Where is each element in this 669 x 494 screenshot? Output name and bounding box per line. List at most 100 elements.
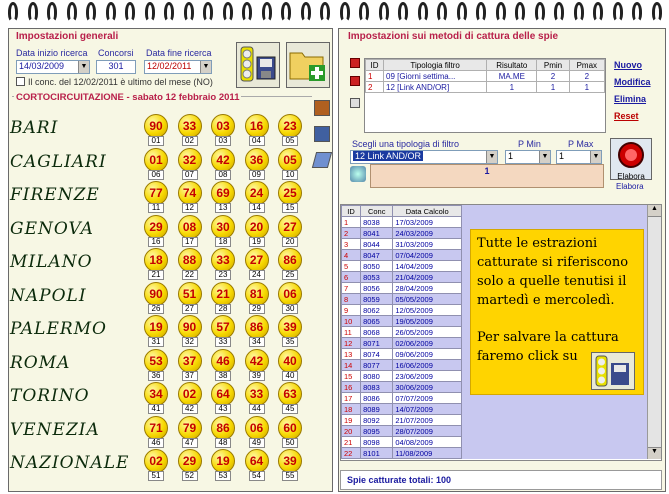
number-ball[interactable]: 90 [144, 281, 168, 306]
filter-column-header[interactable]: Risultato [486, 59, 538, 71]
number-ball[interactable]: 77 [144, 181, 168, 205]
number-ball[interactable]: 27 [278, 214, 302, 239]
number-ball[interactable]: 24 [244, 181, 269, 205]
filter-row[interactable]: 2 12 [Link AND/OR] 1 1 1 [364, 81, 606, 93]
grid-row[interactable]: 6 8053 21/04/2009 [341, 271, 462, 283]
number-ball[interactable]: 01 [144, 147, 168, 172]
grid-row[interactable]: 22 8101 11/08/2009 [341, 447, 462, 459]
vertical-scrollbar[interactable]: ▲ ▼ [647, 205, 661, 459]
number-ball[interactable]: 74 [177, 181, 202, 205]
filter-row[interactable]: 1 09 [Giorni settima... MA.ME 2 2 [364, 70, 606, 82]
move-down-icon[interactable] [350, 76, 360, 86]
grid-row[interactable]: 4 8047 07/04/2009 [341, 249, 462, 261]
reset-link[interactable]: Reset [614, 111, 639, 121]
number-ball[interactable]: 29 [177, 449, 202, 473]
scroll-down-icon[interactable]: ▼ [648, 447, 661, 459]
number-ball[interactable]: 06 [278, 281, 302, 306]
number-ball[interactable]: 18 [144, 248, 168, 272]
number-ball[interactable]: 57 [211, 315, 235, 339]
filter-column-header[interactable]: Tipologia filtro [383, 59, 488, 71]
number-ball[interactable]: 64 [211, 382, 235, 406]
end-date-field[interactable]: 12/02/2011 ▼ [144, 60, 212, 74]
number-ball[interactable]: 23 [278, 114, 302, 138]
delete-filter-link[interactable]: Elimina [614, 94, 646, 104]
number-ball[interactable]: 30 [211, 214, 235, 239]
number-ball[interactable]: 20 [244, 214, 269, 239]
grid-row[interactable]: 5 8050 14/04/2009 [341, 260, 462, 272]
grid-row[interactable]: 23810418/08/2009 [341, 458, 462, 459]
grid-row[interactable]: 12 8071 02/06/2009 [341, 337, 462, 349]
number-ball[interactable]: 53 [144, 348, 168, 373]
grid-row[interactable]: 13 8074 09/06/2009 [341, 348, 462, 360]
chevron-down-icon[interactable]: ▼ [200, 61, 211, 73]
number-ball[interactable]: 79 [177, 415, 202, 440]
chevron-down-icon[interactable]: ▼ [590, 151, 601, 163]
grid-row[interactable]: 15 8080 23/06/2009 [341, 370, 462, 382]
grid-row[interactable]: 1 8038 17/03/2009 [341, 216, 462, 228]
number-ball[interactable]: 08 [177, 214, 202, 239]
number-ball[interactable]: 81 [244, 281, 269, 306]
chevron-down-icon[interactable]: ▼ [78, 61, 89, 73]
grid-column-header[interactable]: ID [341, 205, 362, 217]
number-ball[interactable]: 16 [244, 114, 269, 138]
filter-column-header[interactable]: ID [364, 59, 385, 71]
number-ball[interactable]: 27 [244, 248, 269, 272]
number-ball[interactable]: 88 [177, 248, 202, 272]
pmin-select[interactable]: 1 ▼ [505, 150, 551, 164]
start-date-field[interactable]: 14/03/2009 ▼ [16, 60, 90, 74]
number-ball[interactable]: 42 [244, 348, 269, 373]
number-ball[interactable]: 63 [278, 382, 302, 406]
pmax-select[interactable]: 1 ▼ [556, 150, 602, 164]
grid-row[interactable]: 8 8059 05/05/2009 [341, 293, 462, 305]
number-ball[interactable]: 90 [144, 114, 168, 138]
add-folder-button[interactable] [286, 42, 330, 88]
edit-filter-link[interactable]: Modifica [614, 77, 651, 87]
grid-row[interactable]: 20 8095 28/07/2009 [341, 425, 462, 437]
number-ball[interactable]: 46 [211, 348, 235, 373]
number-ball[interactable]: 64 [244, 449, 269, 473]
new-filter-link[interactable]: Nuovo [614, 60, 642, 70]
number-ball[interactable]: 33 [177, 114, 202, 138]
filter-type-select[interactable]: 12 Link AND/OR ▼ [350, 150, 498, 164]
save-capture-button[interactable] [236, 42, 280, 88]
number-ball[interactable]: 37 [177, 348, 202, 373]
number-ball[interactable]: 40 [278, 348, 302, 373]
contests-field[interactable]: 301 [96, 60, 136, 74]
number-ball[interactable]: 86 [244, 315, 269, 339]
number-ball[interactable]: 19 [211, 449, 235, 473]
number-ball[interactable]: 06 [244, 415, 269, 440]
last-of-month-checkbox[interactable] [16, 77, 25, 86]
chevron-down-icon[interactable]: ▼ [539, 151, 550, 163]
grid-row[interactable]: 7 8056 28/04/2009 [341, 282, 462, 294]
layers-icon[interactable] [314, 126, 330, 142]
grid-row[interactable]: 19 8092 21/07/2009 [341, 414, 462, 426]
number-ball[interactable]: 69 [211, 181, 235, 205]
chevron-down-icon[interactable]: ▼ [486, 151, 497, 163]
number-ball[interactable]: 29 [144, 214, 168, 239]
elabora-button[interactable]: Elabora [610, 138, 652, 181]
number-ball[interactable]: 90 [177, 315, 202, 339]
number-ball[interactable]: 86 [211, 415, 235, 440]
filter-value-field[interactable]: 1 [370, 164, 604, 188]
number-ball[interactable]: 34 [144, 382, 168, 406]
number-ball[interactable]: 42 [211, 147, 235, 172]
number-ball[interactable]: 60 [278, 415, 302, 440]
grid-row[interactable]: 18 8089 14/07/2009 [341, 403, 462, 415]
number-ball[interactable]: 25 [278, 181, 302, 205]
number-ball[interactable]: 19 [144, 315, 168, 339]
grid-row[interactable]: 9 8062 12/05/2009 [341, 304, 462, 316]
grid-row[interactable]: 16 8083 30/06/2009 [341, 381, 462, 393]
grid-row[interactable]: 3 8044 31/03/2009 [341, 238, 462, 250]
number-ball[interactable]: 86 [278, 248, 302, 272]
number-ball[interactable]: 36 [244, 147, 269, 172]
number-ball[interactable]: 02 [144, 449, 168, 473]
grid-column-header[interactable]: Conc [360, 205, 394, 217]
grid-row[interactable]: 2 8041 24/03/2009 [341, 227, 462, 239]
number-ball[interactable]: 21 [211, 281, 235, 306]
grid-row[interactable]: 10 8065 19/05/2009 [341, 315, 462, 327]
scroll-up-icon[interactable]: ▲ [648, 205, 661, 217]
grid-row[interactable]: 17 8086 07/07/2009 [341, 392, 462, 404]
number-ball[interactable]: 39 [278, 315, 302, 339]
number-ball[interactable]: 39 [278, 449, 302, 473]
number-ball[interactable]: 05 [278, 147, 302, 172]
